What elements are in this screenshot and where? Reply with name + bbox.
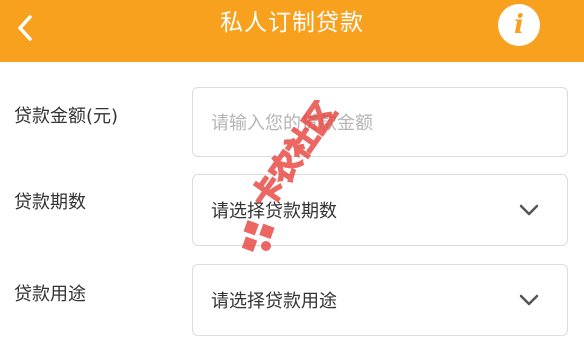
header-bar: 私人订制贷款 i bbox=[0, 0, 584, 62]
amount-placeholder: 请输入您的贷款金额 bbox=[211, 113, 373, 134]
purpose-value: 请选择贷款用途 bbox=[211, 291, 337, 312]
amount-field[interactable]: 请输入您的贷款金额 bbox=[192, 87, 568, 157]
amount-label: 贷款金额(元) bbox=[14, 106, 119, 127]
page-title: 私人订制贷款 bbox=[220, 10, 364, 36]
periods-select[interactable]: 请选择贷款期数 bbox=[192, 174, 568, 246]
periods-value: 请选择贷款期数 bbox=[211, 201, 337, 222]
loan-form: 贷款金额(元) 请输入您的贷款金额 贷款期数 请选择贷款期数 贷款用途 请选择贷… bbox=[0, 62, 584, 362]
chevron-down-icon bbox=[519, 294, 539, 306]
purpose-label: 贷款用途 bbox=[14, 284, 86, 305]
info-icon: i bbox=[514, 10, 524, 40]
purpose-select[interactable]: 请选择贷款用途 bbox=[192, 264, 568, 336]
chevron-down-icon bbox=[519, 204, 539, 216]
info-button[interactable]: i bbox=[498, 4, 540, 46]
periods-label: 贷款期数 bbox=[14, 192, 86, 213]
